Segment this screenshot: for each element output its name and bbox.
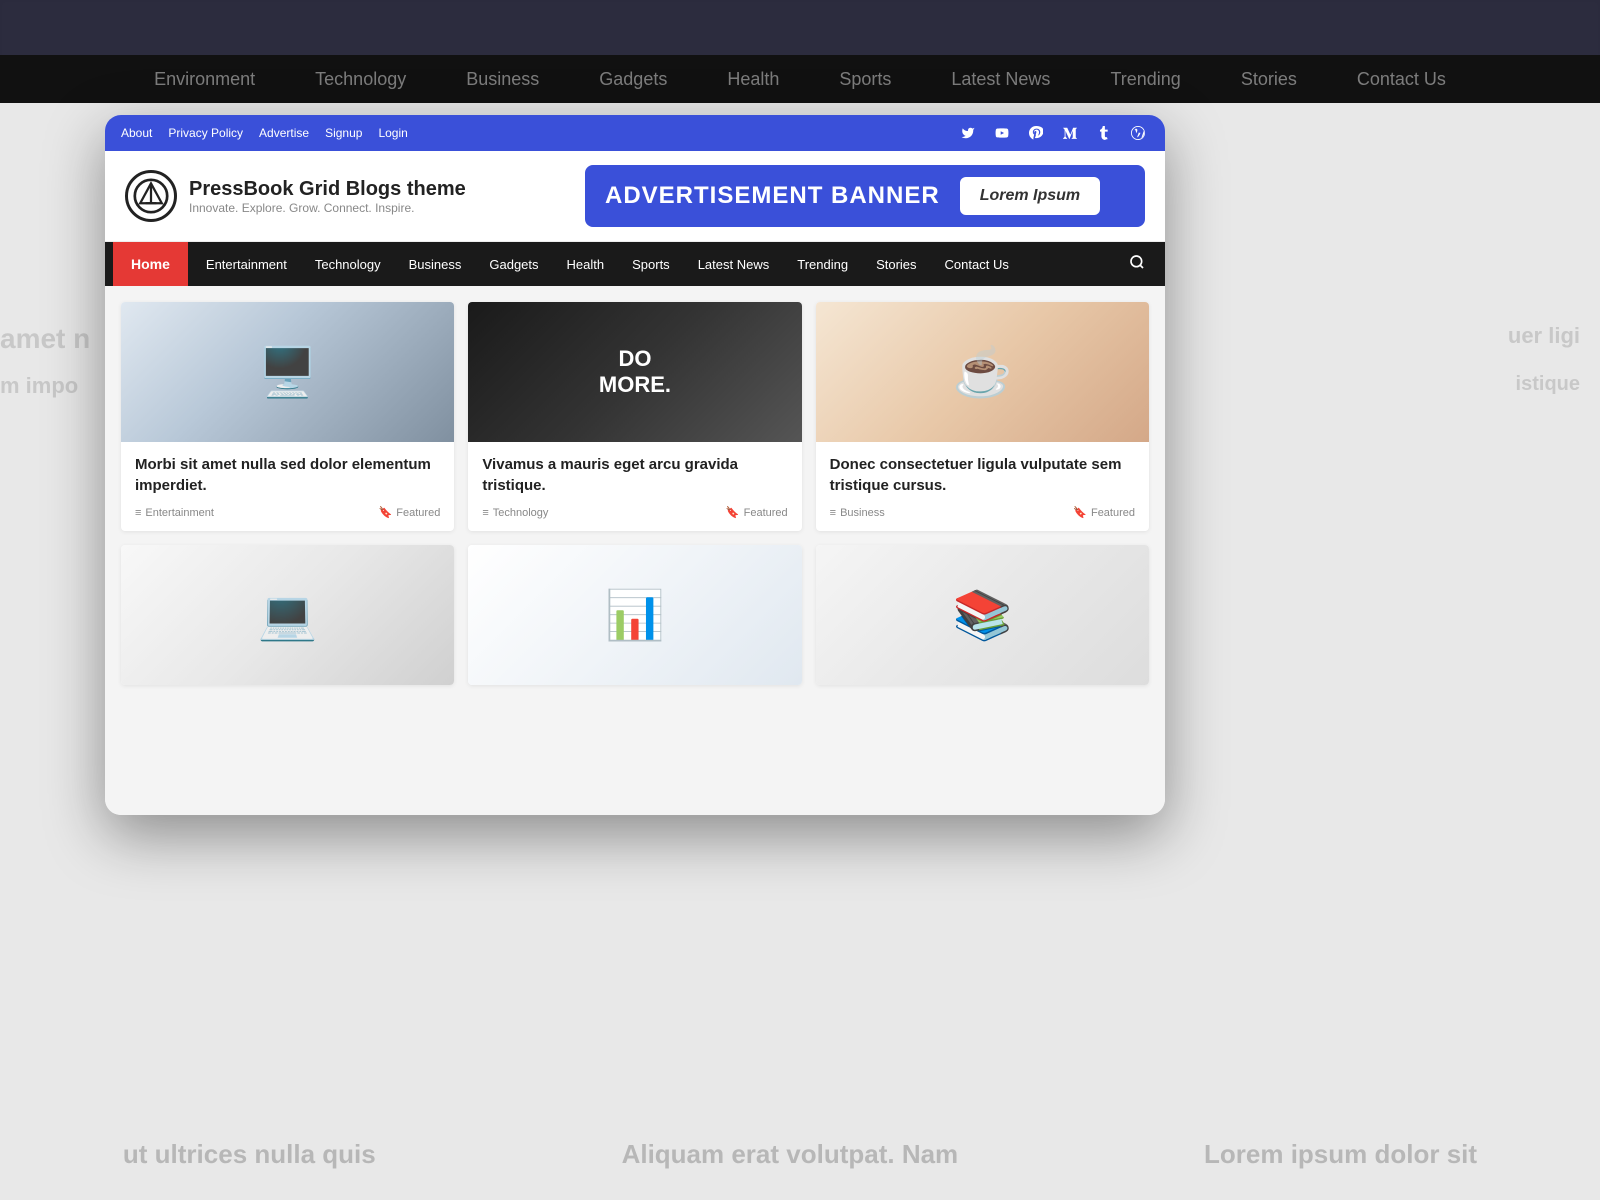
nav-stories[interactable]: Stories [862,242,930,286]
bg-nav-item: Environment [154,69,255,90]
card-4-image [121,545,454,685]
card-3-image [816,302,1149,442]
card-6-image [816,545,1149,685]
bg-bottom-text-3: Lorem ipsum dolor sit [1204,1139,1477,1170]
tumblr-icon[interactable] [1093,122,1115,144]
card-4[interactable] [121,545,454,685]
card-5-image [468,545,801,685]
card-3-featured: 🔖 Featured [1073,506,1135,519]
bg-nav-item: Contact Us [1357,69,1446,90]
content-area: Morbi sit amet nulla sed dolor elementum… [105,286,1165,815]
youtube-icon[interactable] [991,122,1013,144]
main-navigation: Home Entertainment Technology Business G… [105,242,1165,286]
bg-text-right-mid: istique [1516,373,1580,396]
card-1-category-label: Entertainment [145,507,213,519]
nav-technology[interactable]: Technology [301,242,395,286]
nav-latest-news[interactable]: Latest News [684,242,784,286]
card-2-category-label: Technology [493,507,549,519]
bookmark-icon: 🔖 [379,506,393,519]
card-2-image-text: DOMORE. [599,346,671,399]
card-2-tag: Featured [744,507,788,519]
card-1-meta: ≡ Entertainment 🔖 Featured [135,506,440,519]
card-2-title: Vivamus a mauris eget arcu gravida trist… [482,454,787,496]
nav-business[interactable]: Business [395,242,476,286]
category-icon-3: ≡ [830,507,836,519]
bg-text-left-top: amet n [0,323,90,355]
card-1-title: Morbi sit amet nulla sed dolor elementum… [135,454,440,496]
nav-health[interactable]: Health [553,242,619,286]
category-icon: ≡ [135,507,141,519]
site-title: PressBook Grid Blogs theme [189,178,466,201]
site-header: PressBook Grid Blogs theme Innovate. Exp… [105,151,1165,242]
medium-icon[interactable] [1059,122,1081,144]
card-1[interactable]: Morbi sit amet nulla sed dolor elementum… [121,302,454,531]
bg-nav-item: Health [727,69,779,90]
utility-bar-left: About Privacy Policy Advertise Signup Lo… [121,126,408,140]
ad-banner-text: ADVERTISEMENT BANNER [605,182,940,210]
bookmark-icon-2: 🔖 [726,506,740,519]
card-2-body: Vivamus a mauris eget arcu gravida trist… [468,442,801,531]
card-3[interactable]: Donec consectetuer ligula vulputate sem … [816,302,1149,531]
bg-text-left-mid: m impo [0,373,78,399]
card-3-category: ≡ Business [830,507,885,519]
wordpress-icon[interactable] [1127,122,1149,144]
card-2-image: DOMORE. [468,302,801,442]
card-3-title: Donec consectetuer ligula vulputate sem … [830,454,1135,496]
card-2-featured: 🔖 Featured [726,506,788,519]
utility-link-login[interactable]: Login [378,126,407,140]
bg-nav-bar: Environment Technology Business Gadgets … [0,55,1600,103]
cards-grid: Morbi sit amet nulla sed dolor elementum… [121,302,1149,685]
card-3-meta: ≡ Business 🔖 Featured [830,506,1135,519]
bg-bottom-text-1: ut ultrices nulla quis [123,1139,376,1170]
nav-entertainment[interactable]: Entertainment [192,242,301,286]
site-logo-icon [125,170,177,222]
card-1-category: ≡ Entertainment [135,507,214,519]
card-1-featured: 🔖 Featured [379,506,441,519]
utility-bar: About Privacy Policy Advertise Signup Lo… [105,115,1165,151]
card-1-tag: Featured [396,507,440,519]
card-6[interactable] [816,545,1149,685]
card-3-category-label: Business [840,507,885,519]
utility-link-privacy[interactable]: Privacy Policy [168,126,243,140]
bg-bottom-text: ut ultrices nulla quis Aliquam erat volu… [0,1139,1600,1170]
bg-nav-item: Gadgets [599,69,667,90]
pinterest-icon[interactable] [1025,122,1047,144]
bg-nav-item: Trending [1110,69,1180,90]
card-1-body: Morbi sit amet nulla sed dolor elementum… [121,442,454,531]
card-2[interactable]: DOMORE. Vivamus a mauris eget arcu gravi… [468,302,801,531]
category-icon-2: ≡ [482,507,488,519]
nav-gadgets[interactable]: Gadgets [475,242,552,286]
card-3-body: Donec consectetuer ligula vulputate sem … [816,442,1149,531]
nav-trending[interactable]: Trending [783,242,862,286]
logo-area: PressBook Grid Blogs theme Innovate. Exp… [125,170,466,222]
card-2-meta: ≡ Technology 🔖 Featured [482,506,787,519]
card-3-tag: Featured [1091,507,1135,519]
nav-contact-us[interactable]: Contact Us [931,242,1023,286]
bookmark-icon-3: 🔖 [1073,506,1087,519]
search-icon[interactable] [1117,254,1157,275]
bg-nav-item: Technology [315,69,406,90]
bg-bottom-text-2: Aliquam erat volutpat. Nam [622,1139,959,1170]
bg-nav-item: Latest News [951,69,1050,90]
card-1-image [121,302,454,442]
advertisement-banner[interactable]: ADVERTISEMENT BANNER Lorem Ipsum [585,165,1145,227]
nav-sports[interactable]: Sports [618,242,684,286]
bg-nav-item: Business [466,69,539,90]
logo-text-block: PressBook Grid Blogs theme Innovate. Exp… [189,178,466,215]
bg-nav-item: Stories [1241,69,1297,90]
utility-link-advertise[interactable]: Advertise [259,126,309,140]
card-2-category: ≡ Technology [482,507,548,519]
utility-link-signup[interactable]: Signup [325,126,362,140]
card-5[interactable] [468,545,801,685]
utility-link-about[interactable]: About [121,126,152,140]
utility-bar-right [957,122,1149,144]
ad-banner-button[interactable]: Lorem Ipsum [960,177,1100,215]
browser-window: About Privacy Policy Advertise Signup Lo… [105,115,1165,815]
bg-top-bar [0,0,1600,55]
nav-home[interactable]: Home [113,242,188,286]
bg-nav-item: Sports [839,69,891,90]
twitter-icon[interactable] [957,122,979,144]
bg-text-right: uer ligi [1508,323,1580,349]
site-tagline: Innovate. Explore. Grow. Connect. Inspir… [189,201,466,215]
